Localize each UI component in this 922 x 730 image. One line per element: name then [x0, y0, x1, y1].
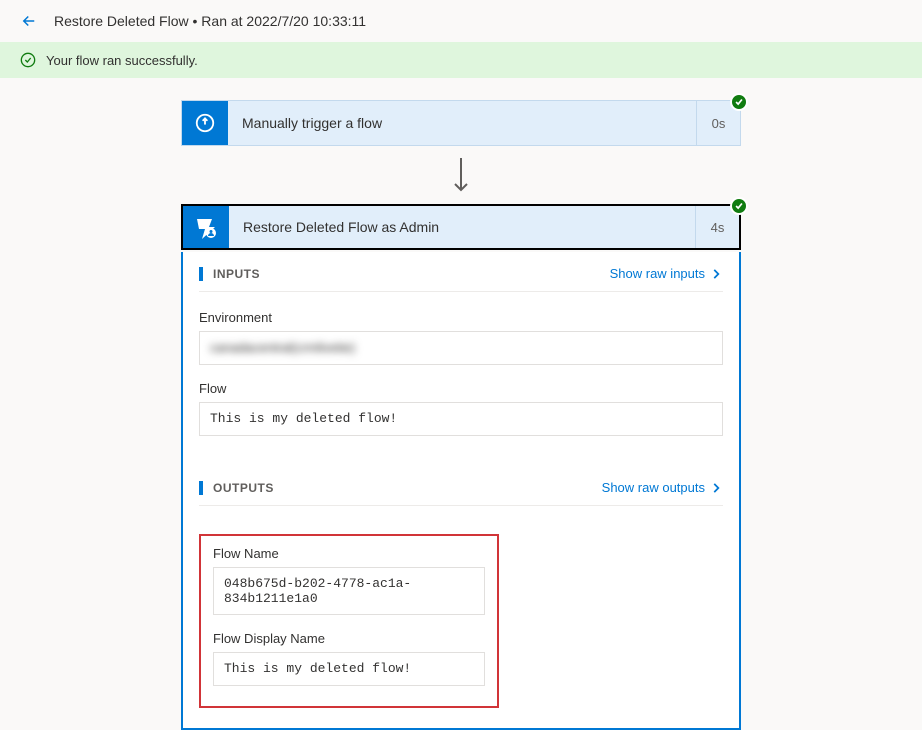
trigger-success-badge-icon — [730, 93, 748, 111]
page-header: Restore Deleted Flow • Ran at 2022/7/20 … — [0, 0, 922, 42]
output-flow-name-field: Flow Name 048b675d-b202-4778-ac1a-834b12… — [213, 546, 485, 615]
chevron-right-icon — [709, 267, 723, 281]
output-flow-name-value: 048b675d-b202-4778-ac1a-834b1211e1a0 — [213, 567, 485, 615]
inputs-title: INPUTS — [199, 267, 260, 281]
outputs-title: OUTPUTS — [199, 481, 274, 495]
output-flow-name-label: Flow Name — [213, 546, 485, 561]
show-raw-inputs-label: Show raw inputs — [610, 266, 705, 281]
input-flow-label: Flow — [199, 381, 723, 396]
back-arrow-icon[interactable] — [20, 12, 38, 30]
success-banner: Your flow ran successfully. — [0, 42, 922, 78]
success-check-icon — [20, 52, 36, 68]
input-environment-value: canadacentral(crmlivetie) — [199, 331, 723, 365]
chevron-right-icon — [709, 481, 723, 495]
page-title: Restore Deleted Flow • Ran at 2022/7/20 … — [54, 13, 366, 29]
trigger-label: Manually trigger a flow — [228, 101, 696, 145]
show-raw-outputs-label: Show raw outputs — [602, 480, 705, 495]
show-raw-inputs-link[interactable]: Show raw inputs — [610, 266, 723, 281]
action-details-panel: INPUTS Show raw inputs Environment canad… — [181, 252, 741, 730]
output-flow-display-name-label: Flow Display Name — [213, 631, 485, 646]
trigger-card[interactable]: Manually trigger a flow 0s — [181, 100, 741, 146]
input-flow-value: This is my deleted flow! — [199, 402, 723, 436]
action-icon — [183, 206, 229, 248]
output-flow-display-name-value: This is my deleted flow! — [213, 652, 485, 686]
input-flow-field: Flow This is my deleted flow! — [199, 381, 723, 436]
trigger-icon — [182, 101, 228, 145]
action-card[interactable]: Restore Deleted Flow as Admin 4s — [181, 204, 741, 250]
action-success-badge-icon — [730, 197, 748, 215]
success-message: Your flow ran successfully. — [46, 53, 198, 68]
inputs-section-header: INPUTS Show raw inputs — [199, 266, 723, 292]
show-raw-outputs-link[interactable]: Show raw outputs — [602, 480, 723, 495]
flow-arrow-icon — [451, 148, 471, 204]
input-environment-field: Environment canadacentral(crmlivetie) — [199, 310, 723, 365]
flow-canvas: Manually trigger a flow 0s Restore Delet… — [0, 78, 922, 730]
outputs-section-header: OUTPUTS Show raw outputs — [199, 480, 723, 506]
input-environment-label: Environment — [199, 310, 723, 325]
output-flow-display-name-field: Flow Display Name This is my deleted flo… — [213, 631, 485, 686]
outputs-highlight-box: Flow Name 048b675d-b202-4778-ac1a-834b12… — [199, 534, 499, 708]
action-label: Restore Deleted Flow as Admin — [229, 206, 695, 248]
